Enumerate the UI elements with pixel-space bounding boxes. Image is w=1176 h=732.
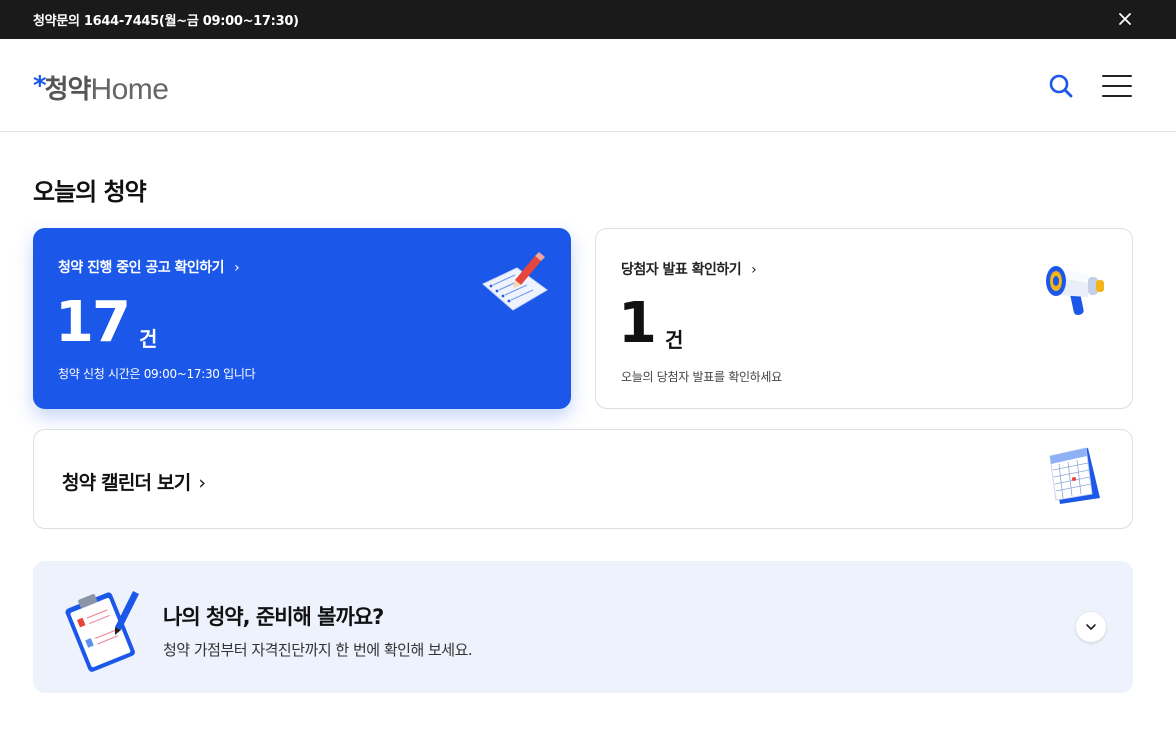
ongoing-announcements-card[interactable]: 청약 진행 중인 공고 확인하기 › 17 건 청약 신청 시간은 09:00~1… [33, 228, 571, 409]
close-icon[interactable] [1114, 8, 1136, 30]
top-notice-bar: 청약문의 1644-7445(월~금 09:00~17:30) [0, 0, 1176, 39]
ongoing-card-title-text: 청약 진행 중인 공고 확인하기 [58, 260, 225, 276]
ongoing-count: 17 건 [55, 290, 157, 356]
calendar-card[interactable]: 청약 캘린더 보기 › [33, 429, 1133, 529]
winner-count-number: 1 [618, 291, 657, 356]
calendar-icon [1044, 444, 1104, 512]
winner-announcement-card[interactable]: 당첨자 발표 확인하기 › 1 건 오늘의 당첨자 발표를 확인하세요 [595, 228, 1133, 409]
logo-korean-text: 청약 [44, 75, 92, 105]
section-title: 오늘의 청약 [33, 178, 147, 206]
logo-star: * [33, 71, 47, 101]
search-icon[interactable] [1046, 71, 1076, 101]
calendar-card-label-text: 청약 캘린더 보기 [62, 472, 191, 494]
chevron-down-icon[interactable] [1076, 612, 1106, 642]
site-logo[interactable]: * 청약 Home [33, 67, 169, 107]
ongoing-card-title: 청약 진행 중인 공고 확인하기 › [58, 257, 240, 277]
winner-card-title: 당첨자 발표 확인하기 › [621, 259, 757, 279]
ongoing-count-number: 17 [55, 290, 131, 355]
chevron-right-icon: › [198, 472, 206, 494]
hamburger-menu-icon[interactable] [1101, 72, 1133, 100]
chevron-right-icon: › [234, 260, 240, 276]
prep-card-title: 나의 청약, 준비해 볼까요? [163, 605, 384, 629]
calendar-card-label: 청약 캘린더 보기 › [62, 468, 206, 495]
winner-count: 1 건 [618, 291, 683, 357]
clipboard-checklist-icon [63, 583, 147, 679]
winner-card-title-text: 당첨자 발표 확인하기 [621, 262, 742, 278]
inquiry-notice: 청약문의 1644-7445(월~금 09:00~17:30) [33, 14, 299, 29]
winner-card-desc: 오늘의 당첨자 발표를 확인하세요 [621, 370, 782, 384]
logo-english-text: Home [90, 73, 169, 106]
megaphone-icon [1042, 253, 1108, 325]
ongoing-card-desc: 청약 신청 시간은 09:00~17:30 입니다 [58, 367, 256, 381]
prep-card-subtitle: 청약 가점부터 자격진단까지 한 번에 확인해 보세요. [163, 641, 473, 659]
site-header: * 청약 Home [0, 39, 1176, 132]
application-prep-card: 나의 청약, 준비해 볼까요? 청약 가점부터 자격진단까지 한 번에 확인해 … [33, 561, 1133, 693]
ongoing-count-unit: 건 [138, 327, 158, 351]
winner-count-unit: 건 [664, 328, 684, 352]
application-form-pencil-icon [479, 250, 551, 318]
chevron-right-icon: › [751, 262, 757, 278]
